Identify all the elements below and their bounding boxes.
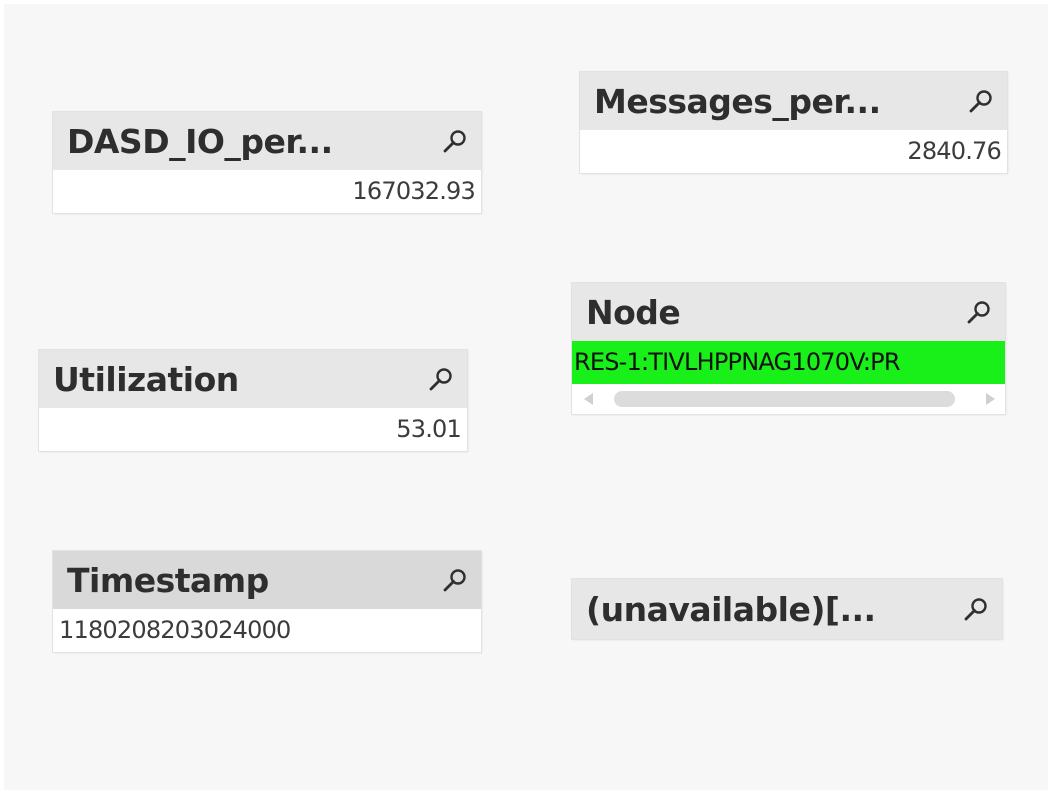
search-icon[interactable]: [441, 566, 469, 594]
listbox-value[interactable]: 167032.93: [53, 170, 481, 213]
listbox-caption[interactable]: DASD_IO_per...: [53, 112, 481, 170]
listbox-title: Messages_per...: [594, 81, 881, 121]
listbox-title: Node: [586, 292, 681, 332]
scroll-left-arrow-icon[interactable]: [584, 393, 593, 405]
listbox-messages[interactable]: Messages_per... 2840.76: [580, 72, 1007, 173]
listbox-value[interactable]: 53.01: [39, 408, 467, 451]
search-icon[interactable]: [441, 127, 469, 155]
listbox-title: (unavailable)[...: [586, 589, 876, 629]
listbox-timestamp[interactable]: Timestamp 1180208203024000: [53, 551, 481, 652]
listbox-value-selected[interactable]: RES-1:TIVLHPPNAG1070V:PR: [572, 341, 1005, 384]
listbox-title: Timestamp: [67, 560, 269, 600]
listbox-value[interactable]: 2840.76: [580, 130, 1007, 173]
search-icon[interactable]: [962, 595, 990, 623]
search-icon[interactable]: [427, 365, 455, 393]
search-icon[interactable]: [965, 298, 993, 326]
listbox-caption[interactable]: Messages_per...: [580, 72, 1007, 130]
listbox-caption[interactable]: Node: [572, 283, 1005, 341]
listbox-dasd-io[interactable]: DASD_IO_per... 167032.93: [53, 112, 481, 213]
horizontal-scrollbar[interactable]: [572, 384, 1005, 414]
listbox-title: DASD_IO_per...: [67, 121, 333, 161]
search-icon[interactable]: [967, 87, 995, 115]
scrollbar-thumb[interactable]: [614, 391, 955, 407]
listbox-caption[interactable]: Utilization: [39, 350, 467, 408]
listbox-caption[interactable]: (unavailable)[...: [572, 579, 1002, 639]
listbox-utilization[interactable]: Utilization 53.01: [39, 350, 467, 451]
listbox-value[interactable]: 1180208203024000: [53, 609, 481, 652]
listbox-unavailable[interactable]: (unavailable)[...: [572, 579, 1002, 639]
scroll-right-arrow-icon[interactable]: [986, 393, 995, 405]
listbox-node[interactable]: Node RES-1:TIVLHPPNAG1070V:PR: [572, 283, 1005, 414]
listbox-title: Utilization: [53, 359, 239, 399]
listbox-caption[interactable]: Timestamp: [53, 551, 481, 609]
